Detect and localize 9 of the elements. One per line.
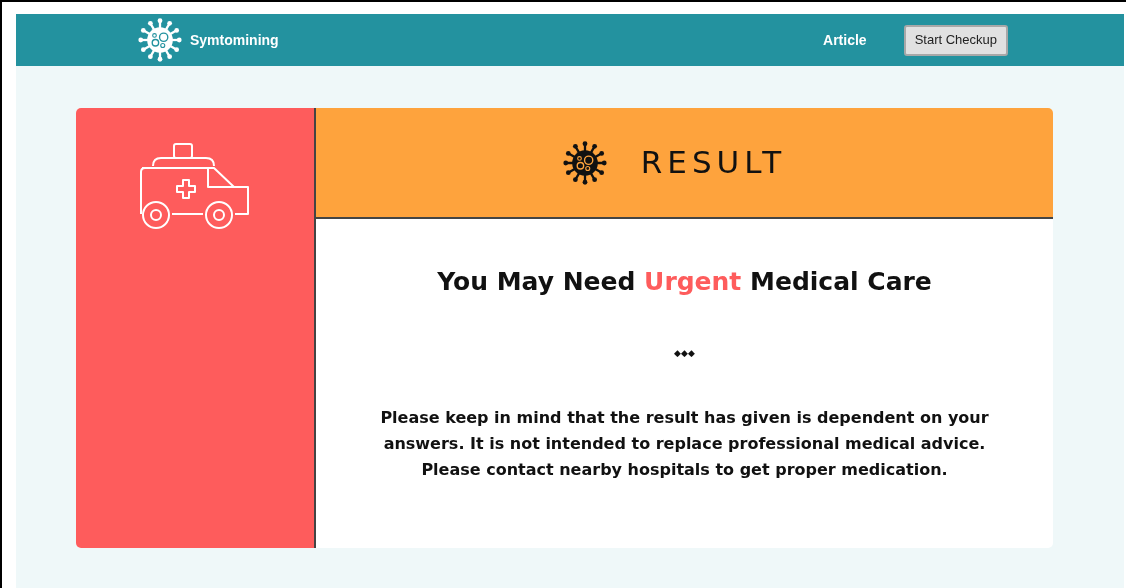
result-heading: RESULT [640,143,787,183]
start-checkup-button[interactable]: Start Checkup [903,24,1008,56]
diamond-divider: ◆◆◆ [674,348,695,358]
brand-link[interactable]: Symtomining [190,29,279,51]
result-message: Please keep in mind that the result has given is dependent on your answers. It is not intended to replace professional medical advice. Please contact nearby hospitals to get proper medication. [379,406,990,481]
nav-link[interactable]: Article [823,29,867,51]
virus-icon [562,140,607,185]
result-title: You May Need Urgent Medical Care [437,266,932,298]
virus-logo-icon [138,18,182,62]
